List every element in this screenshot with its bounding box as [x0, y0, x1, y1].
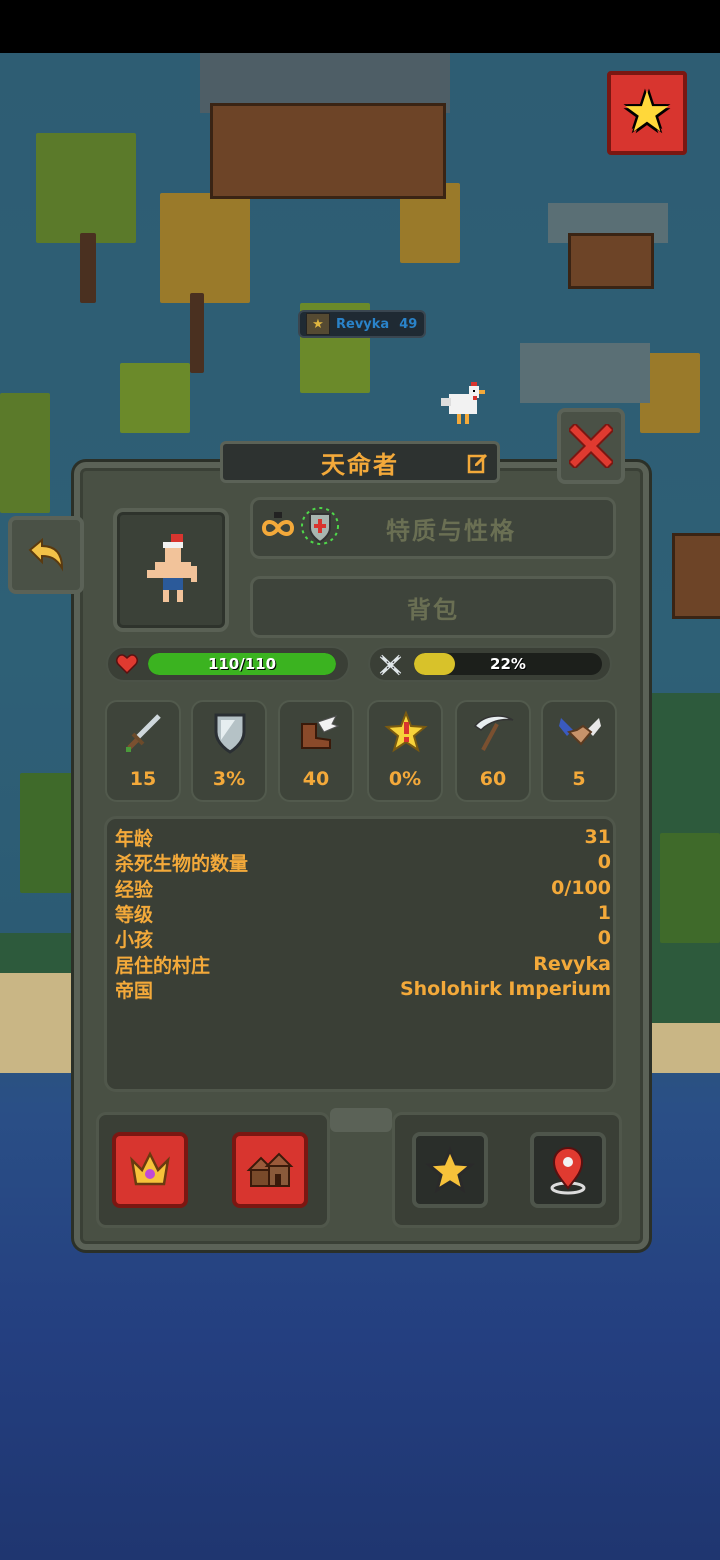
house [672, 533, 720, 619]
favorite-button[interactable]: ★ [607, 71, 687, 155]
village-star-icon: ★ [306, 313, 330, 335]
tree [36, 133, 136, 243]
tree [160, 193, 250, 303]
unit-name-tab[interactable]: 天命者 [220, 441, 500, 483]
info-row-village[interactable]: 居住的村庄 Revyka [115, 952, 611, 977]
make-king-button[interactable] [112, 1132, 188, 1208]
health-bar-track: 110/110 [148, 653, 336, 675]
info-label: 等级 [115, 903, 154, 926]
info-value: Revyka [533, 953, 611, 975]
info-row-kills: 杀死生物的数量 0 [115, 850, 611, 875]
info-label: 年龄 [115, 827, 154, 850]
locate-unit-button[interactable] [530, 1132, 606, 1208]
house [568, 233, 654, 289]
stat-value: 0% [388, 768, 422, 790]
info-label: 帝国 [115, 979, 154, 1002]
traits-icons [261, 507, 339, 545]
tree-trunk [190, 293, 204, 373]
stat-attack-speed[interactable]: 60 [455, 700, 531, 802]
stat-speed[interactable]: 40 [278, 700, 354, 802]
info-row-experience: 经验 0/100 [115, 876, 611, 901]
info-label: 小孩 [115, 928, 154, 951]
beach-patch [640, 1023, 720, 1073]
traits-label: 特质与性格 [386, 516, 516, 545]
hunger-bar: 22% [368, 646, 612, 682]
edit-icon[interactable] [467, 452, 489, 474]
heart-icon [116, 654, 138, 674]
close-icon [569, 424, 613, 468]
info-row-children: 小孩 0 [115, 926, 611, 951]
tree [20, 773, 74, 893]
inventory-label: 背包 [407, 595, 459, 624]
info-label: 经验 [115, 878, 154, 901]
stat-value: 60 [479, 768, 507, 790]
house-roof [520, 343, 650, 403]
fork-knife-icon [379, 654, 402, 676]
handshake-icon [559, 718, 601, 746]
stat-value: 40 [302, 768, 330, 790]
stat-armor[interactable]: 3% [191, 700, 267, 802]
unit-avatar[interactable] [113, 508, 229, 632]
critical-star-icon [384, 710, 428, 753]
map-pin-icon [550, 1146, 586, 1195]
chicken-unit[interactable] [441, 382, 485, 428]
stat-critical[interactable]: 0% [367, 700, 443, 802]
info-value: 0 [597, 927, 611, 949]
infinity-trait-icon [261, 512, 295, 536]
stat-diplomacy[interactable]: 5 [541, 700, 617, 802]
info-label: 杀死生物的数量 [115, 852, 249, 875]
info-value: 1 [597, 902, 611, 924]
info-value: Sholohirk Imperium [399, 978, 611, 1000]
health-bar: 110/110 [106, 646, 350, 682]
status-bar [0, 0, 720, 53]
info-label: 居住的村庄 [115, 954, 211, 977]
info-value: 31 [584, 826, 611, 848]
star-icon [425, 1146, 475, 1194]
inventory-button[interactable]: 背包 [250, 576, 616, 638]
info-row-kingdom[interactable]: 帝国 Sholohirk Imperium [115, 977, 611, 1002]
town-hall [210, 103, 446, 199]
village-label[interactable]: ★ Revyka 49 [298, 310, 426, 338]
crown-icon [130, 1151, 170, 1186]
stat-damage[interactable]: 15 [105, 700, 181, 802]
back-button[interactable] [8, 516, 84, 594]
village-icon [246, 1152, 294, 1187]
star-icon: ★ [621, 80, 673, 145]
make-leader-button[interactable] [232, 1132, 308, 1208]
close-button[interactable] [557, 408, 625, 484]
hunger-bar-track: 22% [414, 653, 602, 675]
back-arrow-icon [28, 538, 64, 572]
info-row-age: 年龄 31 [115, 825, 611, 850]
village-name: Revyka [336, 316, 390, 332]
tree [660, 833, 720, 943]
health-value: 110/110 [207, 655, 277, 673]
unit-name: 天命者 [321, 450, 399, 479]
hunger-value: 22% [490, 655, 526, 673]
panel-divider [330, 1108, 392, 1132]
unit-portrait [147, 534, 197, 602]
winged-boot-icon [301, 715, 340, 749]
stat-value: 3% [212, 768, 246, 790]
sword-icon [126, 714, 161, 752]
scythe-icon [473, 715, 514, 751]
unit-info-list: 年龄 31 杀死生物的数量 0 经验 0/100 等级 1 小孩 0 居住的村庄… [104, 816, 616, 1092]
stat-value: 15 [129, 768, 157, 790]
info-value: 0 [597, 851, 611, 873]
village-population: 49 [399, 316, 418, 332]
info-value: 0/100 [551, 877, 611, 899]
shield-icon [214, 713, 246, 754]
favorite-unit-button[interactable] [412, 1132, 488, 1208]
tree-trunk [80, 233, 96, 303]
tree [0, 393, 50, 513]
info-row-level: 等级 1 [115, 901, 611, 926]
stat-value: 5 [572, 768, 586, 790]
blessed-shield-icon [301, 507, 339, 545]
tree [120, 363, 190, 433]
